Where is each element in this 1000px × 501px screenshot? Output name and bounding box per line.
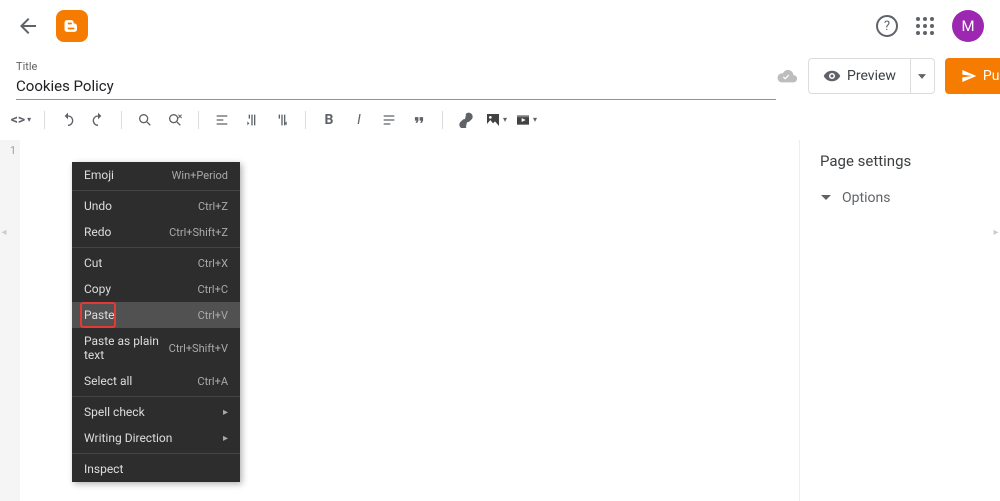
rtl-icon[interactable] xyxy=(269,107,295,133)
apps-icon[interactable] xyxy=(916,17,934,35)
quote-icon[interactable] xyxy=(406,107,432,133)
saved-cloud-icon xyxy=(776,68,798,84)
title-field-wrap: Title xyxy=(16,60,776,100)
top-right-group: ? M xyxy=(876,10,984,42)
context-menu-item-redo[interactable]: Redo Ctrl+Shift+Z xyxy=(72,219,240,245)
context-menu-label: Emoji xyxy=(84,168,114,182)
context-menu-item-select-all[interactable]: Select all Ctrl+A xyxy=(72,368,240,394)
avatar[interactable]: M xyxy=(952,10,984,42)
options-toggle[interactable]: Options xyxy=(820,184,980,212)
toolbar-separator xyxy=(198,111,199,129)
context-menu: Emoji Win+Period Undo Ctrl+Z Redo Ctrl+Shift+… xyxy=(72,162,240,482)
context-menu-separator xyxy=(72,190,240,191)
context-menu-shortcut: Ctrl+C xyxy=(197,283,228,296)
context-menu-label: Inspect xyxy=(84,462,123,476)
context-menu-item-undo[interactable]: Undo Ctrl+Z xyxy=(72,193,240,219)
publish-button[interactable]: Publish xyxy=(945,58,1000,94)
context-menu-shortcut: Ctrl+V xyxy=(198,309,228,322)
context-menu-label: Spell check xyxy=(84,405,145,419)
toolbar-separator xyxy=(44,111,45,129)
help-icon[interactable]: ? xyxy=(876,15,898,37)
image-icon[interactable] xyxy=(483,107,509,133)
preview-button-group: Preview xyxy=(808,58,935,94)
top-bar: ? M xyxy=(0,0,1000,52)
context-menu-shortcut: Ctrl+Shift+Z xyxy=(169,226,228,239)
send-icon xyxy=(961,68,977,84)
context-menu-separator xyxy=(72,453,240,454)
context-menu-label: Cut xyxy=(84,256,102,270)
context-menu-shortcut: Ctrl+Shift+V xyxy=(169,342,228,355)
line-number: 1 xyxy=(0,144,16,157)
context-menu-separator xyxy=(72,247,240,248)
context-menu-shortcut: Ctrl+Z xyxy=(198,200,228,213)
align-icon[interactable] xyxy=(209,107,235,133)
context-menu-label: Writing Direction xyxy=(84,431,172,445)
context-menu-shortcut: Ctrl+X xyxy=(198,257,228,270)
options-label: Options xyxy=(842,190,890,206)
context-menu-item-copy[interactable]: Copy Ctrl+C xyxy=(72,276,240,302)
blogger-logo[interactable] xyxy=(56,10,88,42)
context-menu-item-inspect[interactable]: Inspect xyxy=(72,456,240,482)
side-panel: Page settings Options xyxy=(800,140,1000,501)
title-label: Title xyxy=(16,60,776,73)
eye-icon xyxy=(823,67,841,85)
bold-icon[interactable]: B xyxy=(316,107,342,133)
context-menu-shortcut: Ctrl+A xyxy=(197,375,228,388)
undo-icon[interactable] xyxy=(55,107,81,133)
right-handle-icon: ▸ xyxy=(992,222,1000,242)
context-menu-item-writing-direction[interactable]: Writing Direction xyxy=(72,425,240,451)
context-menu-label: Redo xyxy=(84,225,111,239)
context-menu-shortcut: Win+Period xyxy=(172,169,228,182)
video-icon[interactable] xyxy=(513,107,539,133)
strike-icon[interactable] xyxy=(376,107,402,133)
editor-toolbar: <> B I xyxy=(0,100,1000,140)
context-menu-label: Undo xyxy=(84,199,112,213)
publish-label: Publish xyxy=(983,68,1000,84)
action-buttons: Preview Publish xyxy=(776,58,1000,100)
context-menu-item-spell-check[interactable]: Spell check xyxy=(72,399,240,425)
code-view-toggle[interactable]: <> xyxy=(8,107,34,133)
context-menu-label: Paste as plain text xyxy=(84,334,169,362)
title-action-row: Title Preview Publish xyxy=(0,52,1000,100)
context-menu-label: Copy xyxy=(84,282,111,296)
italic-icon[interactable]: I xyxy=(346,107,372,133)
left-handle-icon: ◂ xyxy=(0,222,8,242)
toolbar-separator xyxy=(305,111,306,129)
chevron-down-icon xyxy=(820,194,832,202)
toolbar-separator xyxy=(121,111,122,129)
redo-icon[interactable] xyxy=(85,107,111,133)
context-menu-item-emoji[interactable]: Emoji Win+Period xyxy=(72,162,240,188)
context-menu-label: Select all xyxy=(84,374,132,388)
context-menu-label: Paste xyxy=(84,308,115,322)
context-menu-item-cut[interactable]: Cut Ctrl+X xyxy=(72,250,240,276)
zoom-in-icon[interactable] xyxy=(132,107,158,133)
back-arrow-icon[interactable] xyxy=(16,14,40,38)
page-settings-title: Page settings xyxy=(820,152,980,170)
context-menu-item-paste[interactable]: Paste Ctrl+V xyxy=(72,302,240,328)
preview-button[interactable]: Preview xyxy=(809,67,910,85)
line-gutter: 1 xyxy=(0,140,20,501)
zoom-out-icon[interactable] xyxy=(162,107,188,133)
link-icon[interactable] xyxy=(453,107,479,133)
preview-dropdown[interactable] xyxy=(910,59,934,93)
context-menu-item-paste-as-plain-text[interactable]: Paste as plain textCtrl+Shift+V xyxy=(72,328,240,368)
preview-label: Preview xyxy=(847,68,896,84)
context-menu-separator xyxy=(72,396,240,397)
title-input[interactable] xyxy=(16,73,776,100)
toolbar-separator xyxy=(442,111,443,129)
ltr-icon[interactable] xyxy=(239,107,265,133)
